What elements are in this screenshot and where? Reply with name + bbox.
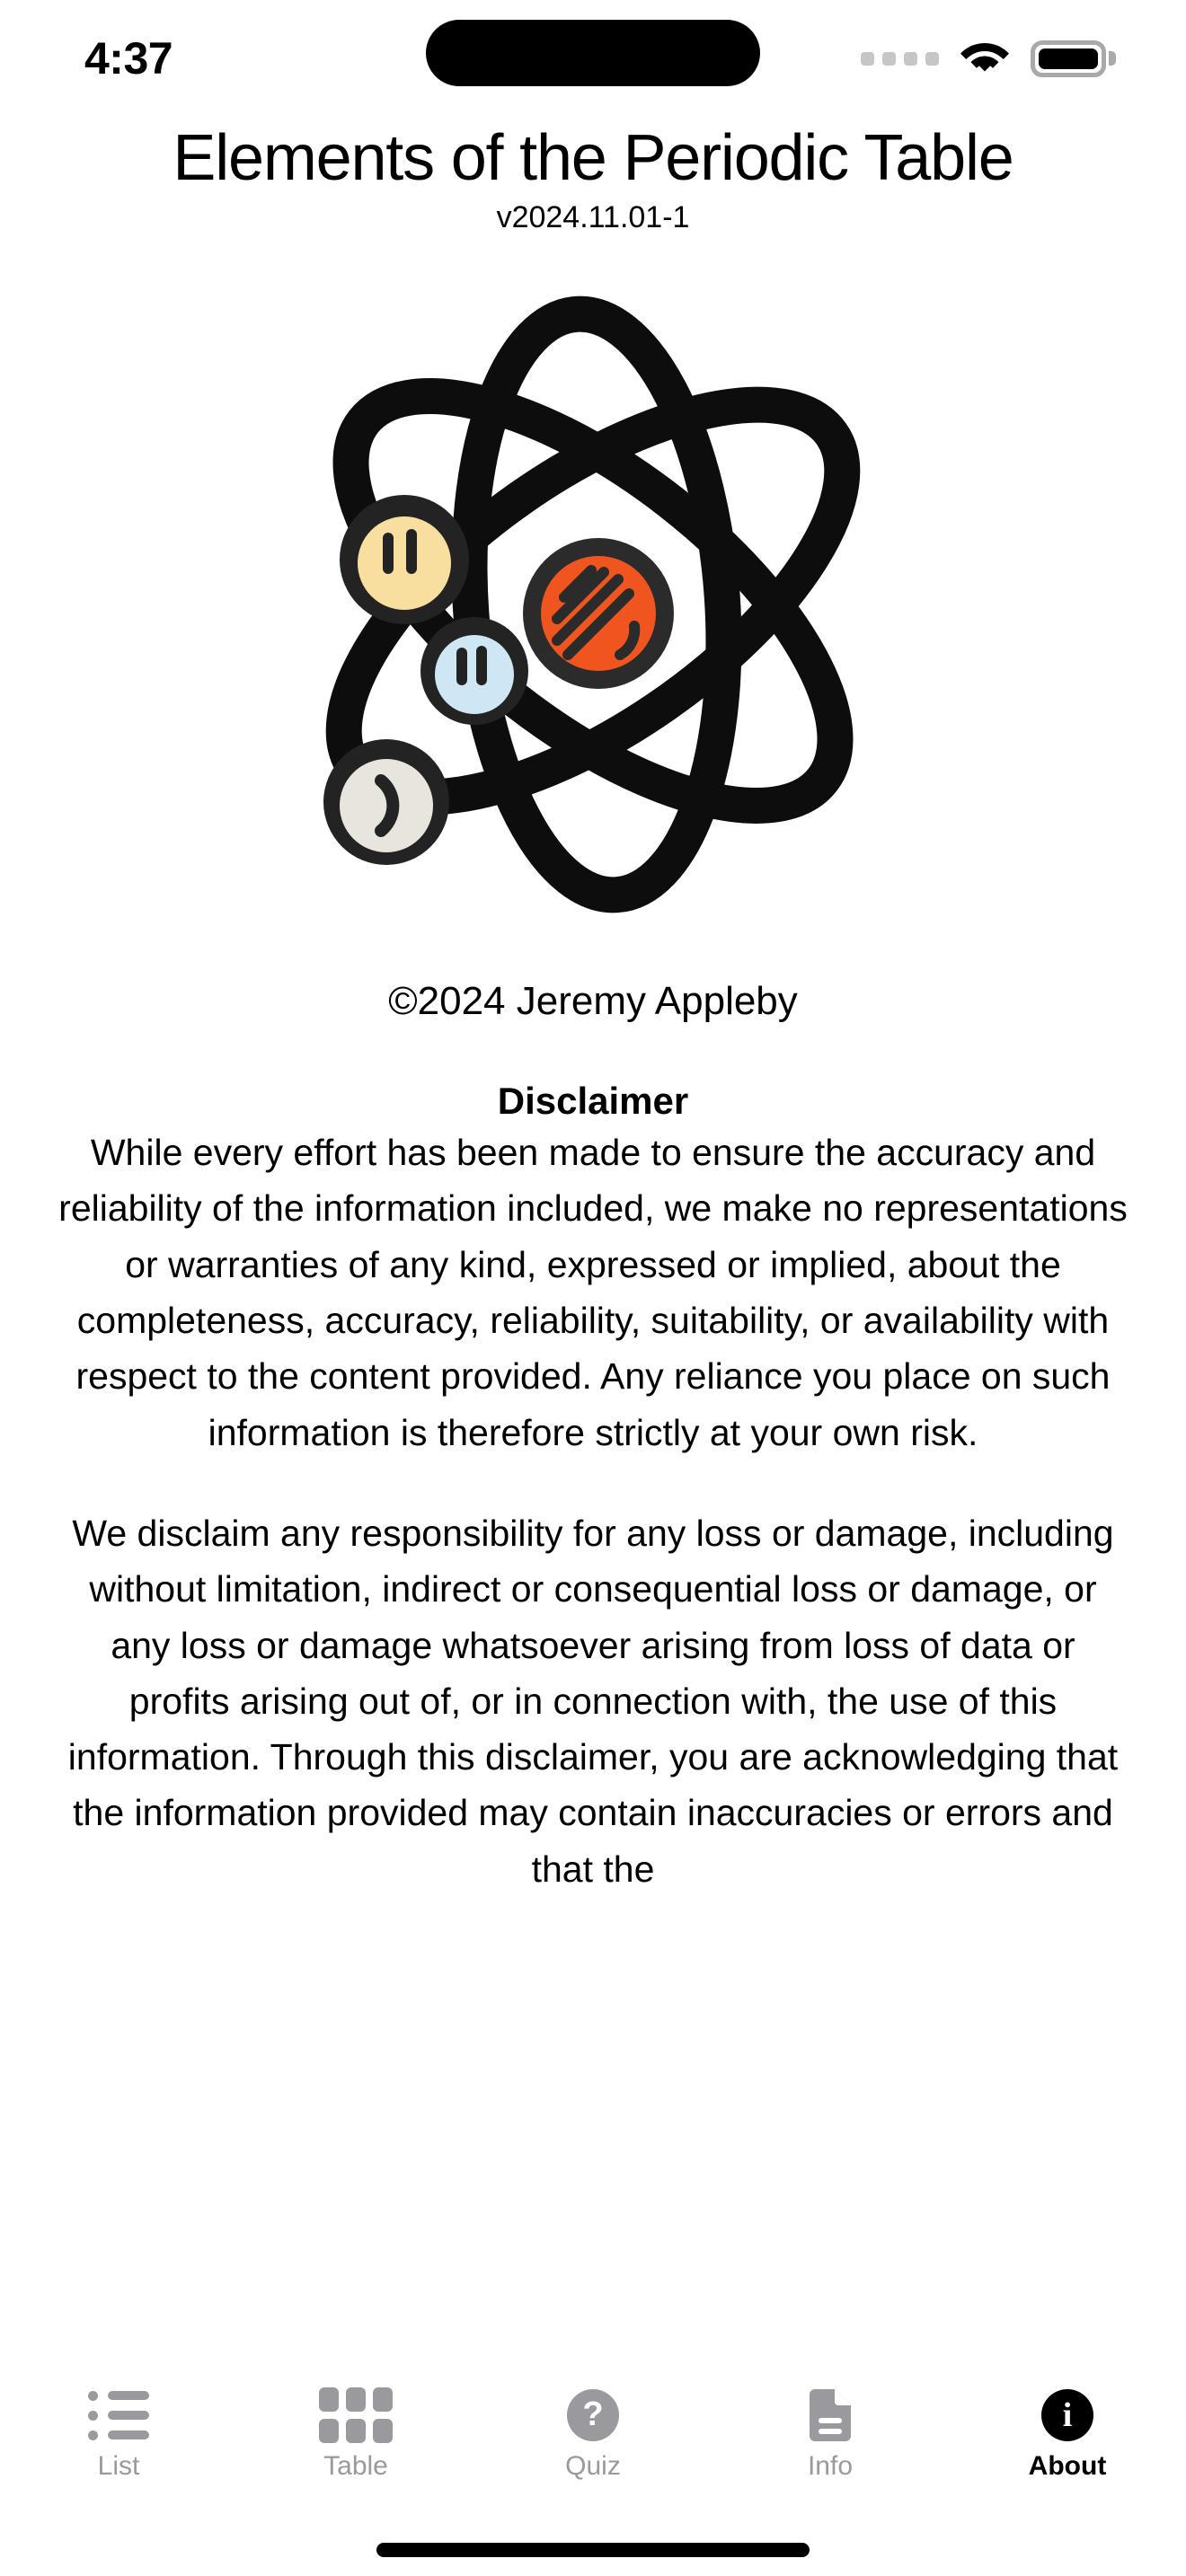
disclaimer-paragraph: We disclaim any responsibility for any l… [67, 1512, 1119, 1890]
dynamic-island [426, 20, 760, 86]
tab-about[interactable]: i About [949, 2387, 1186, 2480]
page-title: Elements of the Periodic Table [173, 122, 1013, 194]
app-screen: 4:37 Elements of the Periodic Table v202… [0, 0, 1186, 2576]
tab-list[interactable]: List [0, 2387, 237, 2480]
status-bar: 4:37 [0, 0, 1186, 117]
tab-label-quiz: Quiz [565, 2451, 621, 2481]
tab-table[interactable]: Table [237, 2387, 474, 2480]
wifi-icon [960, 43, 1009, 72]
app-version-label: v2024.11.01-1 [496, 199, 690, 234]
about-content[interactable]: ©2024 Jeremy Appleby Disclaimer While ev… [0, 964, 1186, 2373]
cellular-dots-icon [861, 51, 939, 66]
copyright-label: ©2024 Jeremy Appleby [388, 978, 798, 1023]
document-icon [810, 2387, 851, 2443]
atom-electron-yellow [340, 494, 469, 624]
battery-full-icon [1031, 40, 1116, 77]
tab-label-info: Info [807, 2451, 854, 2481]
list-icon [88, 2387, 149, 2443]
atom-electron-cream [323, 738, 449, 865]
atom-logo [323, 296, 861, 913]
disclaimer-heading: Disclaimer [497, 1079, 689, 1122]
tab-label-table: Table [323, 2451, 388, 2481]
logo-container [0, 245, 1186, 964]
status-bar-indicators [861, 40, 1130, 77]
info-circle-icon: i [1041, 2387, 1093, 2443]
disclaimer-paragraph: While every effort has been made to ensu… [58, 1132, 1128, 1453]
app-header: Elements of the Periodic Table v2024.11.… [0, 117, 1186, 236]
home-indicator[interactable] [376, 2543, 810, 2557]
tab-quiz[interactable]: ? Quiz [474, 2387, 712, 2480]
grid-icon [319, 2387, 393, 2443]
tab-label-list: List [97, 2451, 140, 2481]
atom-nucleus [523, 537, 674, 689]
question-mark-circle-icon: ? [567, 2387, 619, 2443]
status-bar-time: 4:37 [84, 33, 173, 84]
tab-info[interactable]: Info [712, 2387, 949, 2480]
tab-bar: List Table ? Quiz Info i About [0, 2373, 1186, 2524]
tab-label-about: About [1028, 2451, 1107, 2481]
home-indicator-area [0, 2524, 1186, 2576]
atom-electron-blue [420, 616, 528, 725]
